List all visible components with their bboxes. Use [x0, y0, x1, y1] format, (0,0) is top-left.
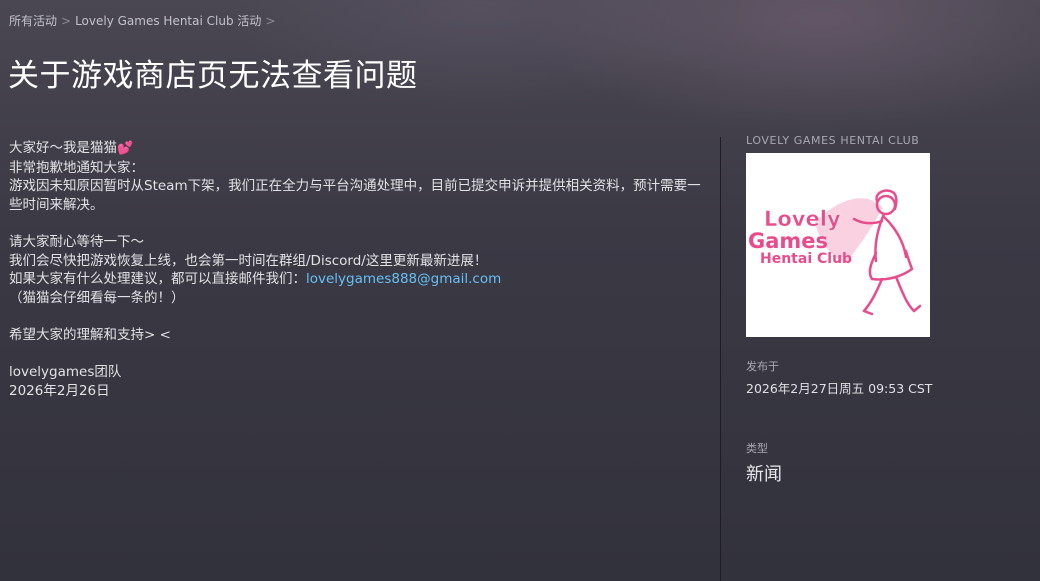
post-contact-line: 如果大家有什么处理建议，都可以直接邮件我们：lovelygames888@gma… [9, 270, 709, 289]
type-value: 新闻 [746, 464, 782, 485]
page-title: 关于游戏商店页无法查看问题 [8, 58, 418, 94]
breadcrumb-separator: > [61, 14, 72, 28]
post-line: 我们会尽快把游戏恢复上线，也会第一时间在群组/Discord/这里更新最新进展！ [9, 252, 488, 269]
sidebar-divider [720, 137, 721, 581]
club-logo-text: Lovely Games Hentai Club [746, 153, 930, 337]
post-contact-text: 如果大家有什么处理建议，都可以直接邮件我们： [9, 271, 306, 288]
club-name[interactable]: LOVELY GAMES HENTAI CLUB [746, 134, 919, 147]
published-value: 2026年2月27日周五 09:53 CST [746, 381, 933, 396]
published-label: 发布于 [746, 360, 779, 373]
post-line: 非常抱歉地通知大家： [9, 159, 144, 176]
breadcrumb-all-activity[interactable]: 所有活动 [9, 14, 57, 28]
email-link[interactable]: lovelygames888@gmail.com [306, 271, 501, 287]
post-greeting: 大家好～我是猫猫💕 [9, 139, 709, 159]
type-label: 类型 [746, 442, 768, 455]
post-line: 游戏因未知原因暂时从Steam下架，我们正在全力与平台沟通处理中，目前已提交申诉… [9, 178, 701, 213]
post-line: 希望大家的理解和支持> < [9, 326, 171, 343]
club-logo[interactable]: Lovely Games Hentai Club [746, 153, 930, 337]
post-line: （猫猫会仔细看每一条的！） [9, 289, 185, 306]
logo-text-line: Games [748, 229, 829, 253]
logo-text-line: Lovely [764, 207, 841, 232]
post-line: 请大家耐心等待一下～ [9, 233, 144, 250]
post-body: 大家好～我是猫猫💕 非常抱歉地通知大家： 游戏因未知原因暂时从Steam下架，我… [9, 139, 709, 400]
post-greeting-text: 大家好～我是猫猫 [9, 140, 117, 156]
breadcrumb-separator: > [265, 14, 276, 28]
breadcrumb: 所有活动 > Lovely Games Hentai Club 活动 > [9, 12, 279, 29]
breadcrumb-club-activity[interactable]: Lovely Games Hentai Club 活动 [75, 14, 261, 28]
post-signature: lovelygames团队 [9, 364, 122, 381]
logo-text-line: Hentai Club [760, 251, 853, 267]
post-date: 2026年2月26日 [9, 382, 110, 399]
hearts-icon: 💕 [117, 141, 134, 156]
